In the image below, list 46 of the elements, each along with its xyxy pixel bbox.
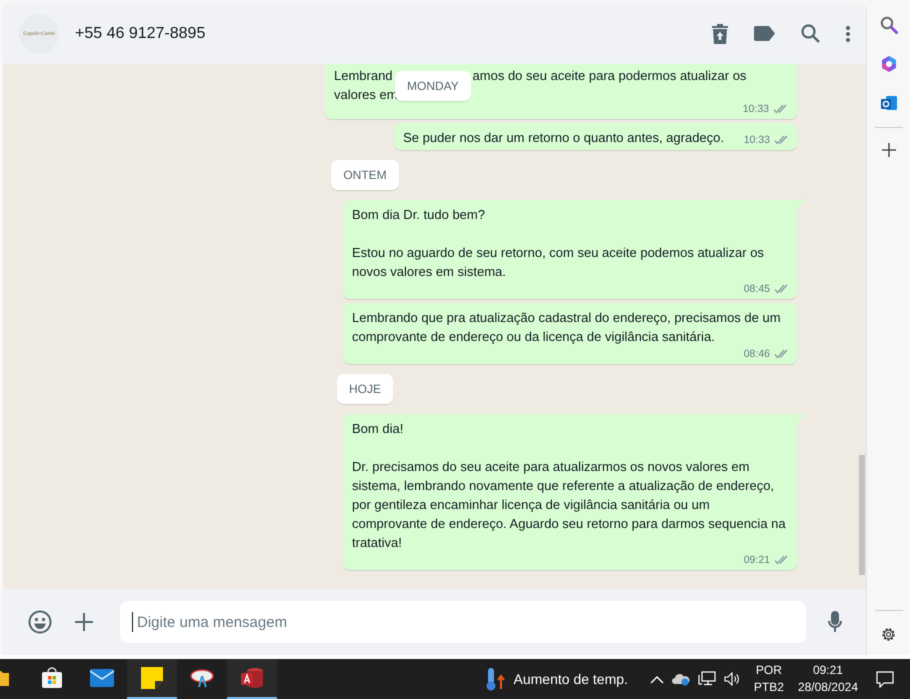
taskbar-app[interactable]: [227, 659, 277, 699]
emoji-icon[interactable]: [28, 610, 52, 634]
date-badge: HOJE: [336, 374, 393, 404]
keyboard-layout[interactable]: PTB2: [754, 679, 784, 696]
notifications-icon[interactable]: [876, 670, 894, 688]
message-time: 10:33: [744, 133, 770, 147]
date-badge: ONTEM: [331, 160, 399, 190]
network-icon[interactable]: [698, 671, 716, 687]
settings-icon[interactable]: [880, 626, 897, 643]
input-language[interactable]: POR: [756, 662, 782, 679]
message-text: Se puder nos dar um retorno o quanto antes, agradeço.: [403, 129, 724, 147]
plus-icon[interactable]: [74, 612, 94, 632]
contact-name[interactable]: +55 46 9127-8895: [75, 24, 206, 42]
microphone-icon[interactable]: [828, 611, 842, 633]
label-icon[interactable]: [754, 26, 775, 41]
chevron-up-icon[interactable]: [650, 674, 664, 684]
message-time: 08:45: [744, 282, 770, 296]
database-app-icon: [240, 667, 264, 689]
satellite-dish-icon: [190, 667, 214, 689]
ring-app-icon[interactable]: [880, 55, 898, 73]
sticky-note-icon: [141, 667, 163, 689]
message-text: Lembrando que pra atualização cadastral do endereço, precisamos de um comprovante de endereço ou da licença de vigilância sanitária.: [352, 309, 782, 346]
menu-icon[interactable]: [846, 26, 850, 42]
message-time: 10:33: [742, 102, 769, 116]
thermometer-icon: [484, 667, 506, 691]
search-icon[interactable]: [801, 24, 820, 43]
message-time: 09:21: [744, 553, 770, 567]
message-text-fragment: amos do seu aceite para podermos atualizar os: [472, 68, 746, 83]
message-text: Bom dia! Dr. precisamos do seu aceite para atualizarmos os novos valores em sistema, lembrando novamente que referente a atualização de endereço, por gentileza encaminhar licença de vigilância sanitária ou um comprovante de endereço. Aguardo seu retorno para darmos sequencia na tratativa!: [352, 420, 787, 552]
message-text-fragment: Lembrand: [334, 68, 393, 83]
volume-icon[interactable]: [724, 672, 740, 686]
store-bag-icon: [41, 667, 63, 689]
message-time: 08:46: [744, 347, 770, 361]
mail-icon: [90, 669, 114, 687]
mail-app-icon[interactable]: [880, 94, 898, 112]
search-icon[interactable]: [880, 16, 898, 34]
date-badge: MONDAY: [395, 71, 471, 101]
message-text: Bom dia Dr. tudo bem? Estou no aguardo de seu retorno, com seu aceite podemos atualizar os novos valores em sistema.: [352, 206, 765, 281]
delete-icon[interactable]: [712, 24, 728, 44]
taskbar-app[interactable]: [127, 659, 177, 699]
clock-time[interactable]: 09:21: [812, 662, 843, 679]
weather-text[interactable]: Aumento de temp.: [514, 671, 628, 687]
cloud-sync-icon[interactable]: [672, 672, 690, 686]
clock-date[interactable]: 28/08/2024: [798, 679, 858, 696]
message-input-field[interactable]: Digite uma mensagem: [120, 601, 806, 643]
plus-icon[interactable]: [882, 143, 896, 157]
